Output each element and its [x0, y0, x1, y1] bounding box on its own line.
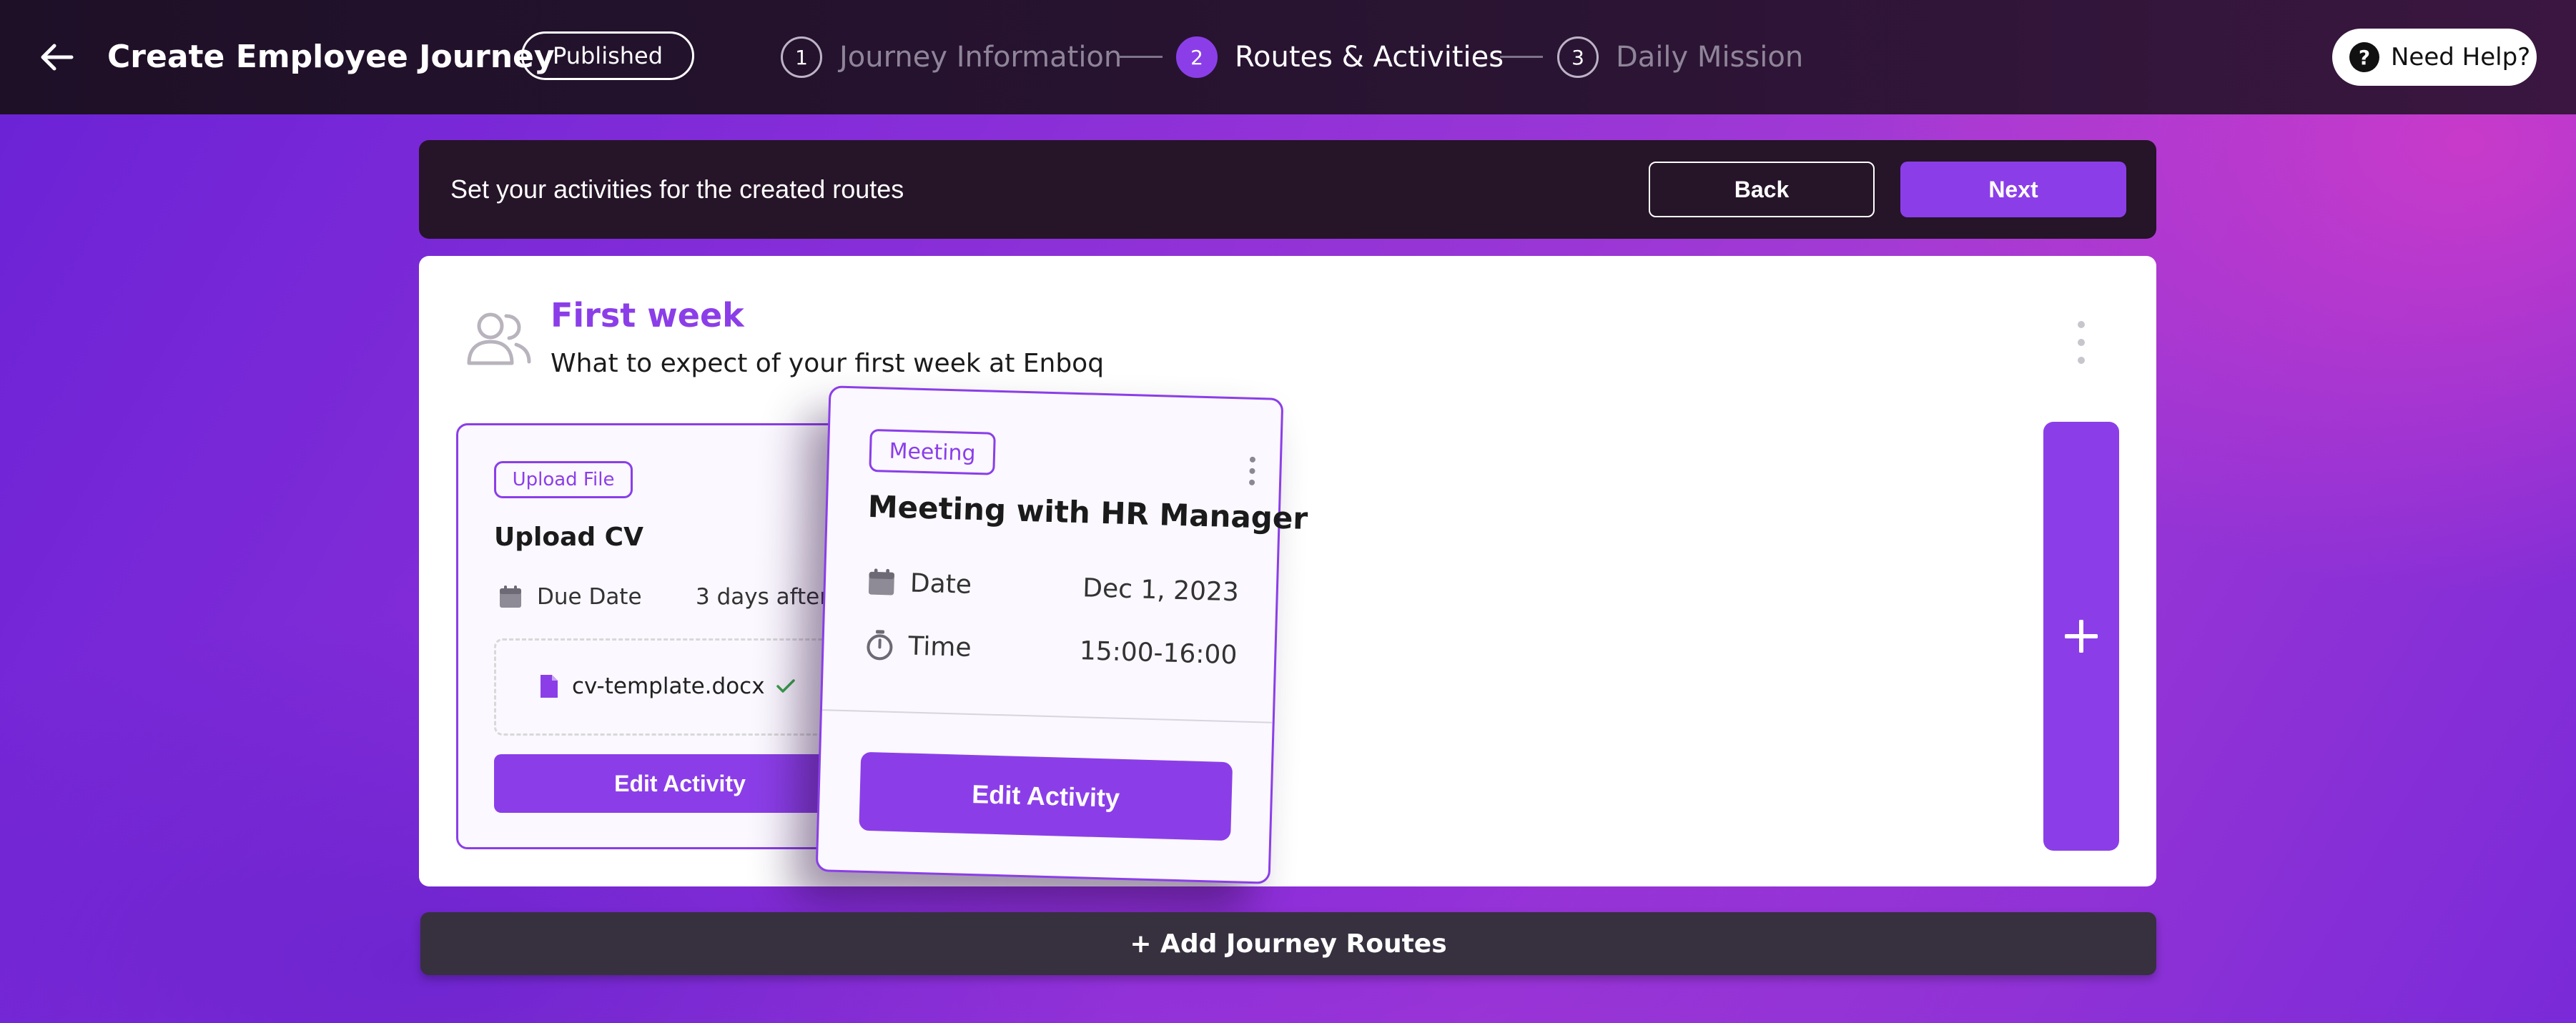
page-title: Create Employee Journey [107, 39, 555, 75]
calendar-icon [500, 585, 521, 608]
activity-type-badge: Upload File [494, 461, 633, 498]
step-number: 2 [1176, 36, 1218, 78]
time-value: 15:00-16:00 [1079, 636, 1238, 670]
edit-activity-button[interactable]: Edit Activity [494, 754, 866, 813]
stopwatch-icon [867, 630, 893, 661]
step-label: Daily Mission [1616, 41, 1804, 74]
document-icon [541, 675, 558, 698]
route-description: What to expect of your first week at Enb… [551, 349, 1105, 378]
status-badge: Published [521, 31, 694, 80]
back-button[interactable]: Back [1649, 162, 1875, 217]
users-icon [467, 312, 531, 365]
question-icon: ? [2349, 42, 2379, 72]
action-bar: Set your activities for the created rout… [419, 140, 2156, 239]
add-journey-routes-button[interactable]: + Add Journey Routes [420, 912, 2156, 975]
step-journey-information[interactable]: 1 Journey Information [781, 34, 1122, 80]
edit-activity-button[interactable]: Edit Activity [859, 751, 1233, 841]
card-divider [821, 709, 1273, 723]
step-routes-activities[interactable]: 2 Routes & Activities [1176, 34, 1504, 80]
plus-icon [2065, 620, 2098, 653]
next-button[interactable]: Next [1900, 162, 2126, 217]
step-number: 3 [1557, 36, 1599, 78]
route-title: First week [551, 296, 744, 335]
step-label: Routes & Activities [1235, 41, 1504, 74]
need-help-button[interactable]: ? Need Help? [2332, 29, 2537, 86]
add-activity-button[interactable] [2043, 422, 2119, 851]
check-icon [776, 679, 795, 693]
activity-title: Meeting with HR Manager [867, 488, 1308, 537]
step-label: Journey Information [839, 41, 1122, 74]
due-date-row: Due Date 3 days after [498, 581, 829, 613]
file-name: cv-template.docx [572, 673, 765, 699]
need-help-label: Need Help? [2391, 43, 2531, 71]
step-number: 1 [781, 36, 822, 78]
due-date-label: Due Date [537, 584, 642, 610]
instruction-text: Set your activities for the created rout… [450, 174, 904, 204]
date-row: Date Dec 1, 2023 [867, 563, 1239, 611]
activity-card-meeting[interactable]: Meeting Meeting with HR Manager Date Dec… [815, 385, 1308, 884]
activity-type-badge: Meeting [869, 428, 996, 475]
time-row: Time 15:00-16:00 [865, 626, 1238, 673]
step-daily-mission[interactable]: 3 Daily Mission [1557, 34, 1803, 80]
top-bar: Create Employee Journey Published 1 Jour… [0, 0, 2576, 114]
time-label: Time [907, 631, 972, 663]
more-options-icon[interactable] [1246, 455, 1258, 487]
more-options-icon[interactable] [2071, 317, 2092, 367]
step-separator [1500, 56, 1543, 58]
activity-title: Upload CV [494, 523, 643, 552]
calendar-icon [868, 568, 894, 595]
step-separator [1120, 56, 1163, 58]
back-arrow-icon[interactable] [37, 37, 77, 77]
date-value: Dec 1, 2023 [1082, 573, 1240, 607]
due-date-value: 3 days after [696, 584, 829, 610]
date-label: Date [909, 568, 972, 600]
